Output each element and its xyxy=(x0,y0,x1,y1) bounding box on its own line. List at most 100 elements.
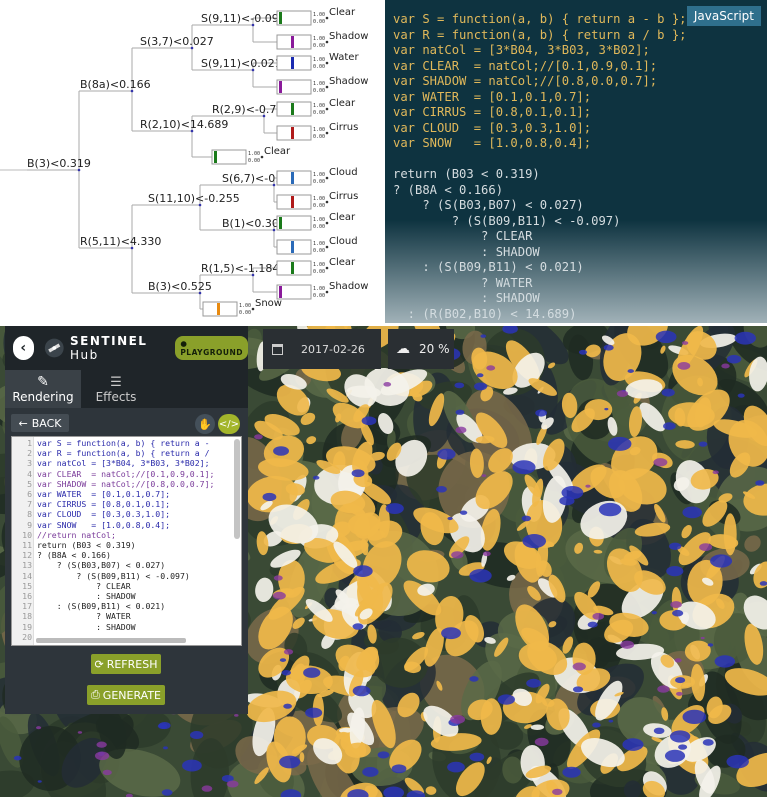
printer-icon: ⎙ xyxy=(90,688,100,701)
generate-button[interactable]: ⎙ GENERATE xyxy=(87,685,165,705)
leaf-histogram-bar xyxy=(291,36,294,48)
scale-top: 1.00 xyxy=(313,262,325,268)
leaf-class-label: Clear xyxy=(329,7,356,18)
playground-badge: ● PLAYGROUND xyxy=(175,336,249,360)
brand-bold: SENTINEL xyxy=(70,334,148,348)
leaf-histogram-bar xyxy=(217,303,220,315)
leaf-class-label: Clear xyxy=(264,146,291,157)
rendering-panel: ← BACK ✋ </> 1 2 3 4 5 6 7 8 9 10 11 12 13 14 15 16 17 18 1… xyxy=(5,408,248,714)
scale-top: 1.00 xyxy=(313,286,325,292)
editor-line: //return natCol; xyxy=(37,529,116,540)
cloud-percent: 20 % xyxy=(419,342,450,356)
satellite-logo-icon xyxy=(44,338,64,358)
scale-top: 1.00 xyxy=(313,81,325,87)
leaf-class-label: Snow xyxy=(255,298,282,309)
leaf-class-label: Clear xyxy=(329,212,356,223)
scale-bottom: 0.00 xyxy=(313,293,325,299)
leaf-histogram-bar xyxy=(279,12,282,24)
tree-node-label: S(9,11)<0.021 xyxy=(201,57,282,70)
editor-line: ? (S(B09,B11) < -0.097) xyxy=(37,570,190,581)
scale-top: 1.00 xyxy=(313,217,325,223)
leaf-class-label: Water xyxy=(329,52,359,63)
editor-line: var R = function(a, b) { return a / xyxy=(37,448,210,459)
sliders-icon: ☰ xyxy=(110,375,122,390)
generate-button-label: GENERATE xyxy=(102,688,161,702)
date-picker[interactable]: 2017-02-26 xyxy=(263,329,381,369)
editor-line: ? CLEAR xyxy=(37,580,131,591)
editor-line: var CLEAR = natCol;//[0.1,0.9,0.1]; xyxy=(37,468,215,479)
scale-top: 1.00 xyxy=(313,172,325,178)
editor-line: var natCol = [3*B04, 3*B03, 3*B02]; xyxy=(37,458,210,469)
leaf-histogram-bar xyxy=(291,127,294,139)
scale-bottom: 0.00 xyxy=(313,19,325,25)
scale-bottom: 0.00 xyxy=(313,248,325,254)
code-line: ? (S(B03,B07) < 0.027) xyxy=(393,198,584,212)
scale-top: 1.00 xyxy=(248,151,260,157)
playground-label: PLAYGROUND xyxy=(180,348,244,357)
tab-rendering-label: Rendering xyxy=(12,390,74,404)
brush-icon: ✎ xyxy=(37,374,49,390)
scale-bottom: 0.00 xyxy=(313,43,325,49)
leaf-class-label: Shadow xyxy=(329,31,368,42)
vertical-scrollbar[interactable] xyxy=(234,439,240,539)
code-line: var CLEAR = natCol;//[0.1,0.9,0.1]; xyxy=(393,58,658,73)
brand-light: Hub xyxy=(70,348,99,362)
tree-node-label: B(1)<0.300 xyxy=(222,217,286,230)
scale-top: 1.00 xyxy=(313,57,325,63)
line-number: 20 xyxy=(22,631,32,642)
code-line: var R = function(a, b) { return a / b }; xyxy=(393,27,687,42)
back-circle-button[interactable]: ‹ xyxy=(13,336,34,360)
editor-line: var S = function(a, b) { return a - xyxy=(37,438,210,448)
tree-node-label: R(2,10)<14.689 xyxy=(140,118,228,131)
scale-top: 1.00 xyxy=(313,12,325,18)
editor-line: : (S(B09,B11) < 0.021) xyxy=(37,601,166,612)
arrow-left-icon: ← xyxy=(18,416,28,430)
cloud-coverage-control[interactable]: ☁ 20 % xyxy=(388,329,454,369)
scale-bottom: 0.00 xyxy=(313,134,325,140)
line-number: 9 xyxy=(27,519,32,530)
code-line: var natCol = [3*B04, 3*B03, 3*B02]; xyxy=(393,43,650,57)
scale-bottom: 0.00 xyxy=(313,110,325,116)
line-number: 15 xyxy=(22,580,32,591)
leaf-class-label: Cloud xyxy=(329,236,358,247)
editor-line: var SNOW = [1.0,0.8,0.4]; xyxy=(37,519,171,530)
tab-rendering[interactable]: ✎ Rendering xyxy=(5,370,81,408)
code-editor[interactable]: 1 2 3 4 5 6 7 8 9 10 11 12 13 14 15 16 17 18 19 20 var S = … xyxy=(11,436,242,646)
leaf-class-label: Clear xyxy=(329,257,356,268)
scale-top: 1.00 xyxy=(313,36,325,42)
leaf-histogram-bar xyxy=(291,262,294,274)
editor-line: return (B03 < 0.319) xyxy=(37,540,136,550)
code-line: var S = function(a, b) { return a - b }; xyxy=(393,12,687,26)
scale-bottom: 0.00 xyxy=(313,88,325,94)
back-button[interactable]: ← BACK xyxy=(11,414,69,432)
language-label: JavaScript xyxy=(686,6,761,26)
tab-effects[interactable]: ☰ Effects xyxy=(81,370,151,408)
line-number: 7 xyxy=(27,499,32,510)
leaf-histogram-bar xyxy=(279,217,282,229)
leaf-histogram-bar xyxy=(291,103,294,115)
editor-line: var CIRRUS = [0.8,0.1,0.1]; xyxy=(37,499,171,510)
leaf-histogram xyxy=(276,215,312,231)
sidebar: ‹ SENTINEL Hub ● PLAYGROUND ✎ Rendering … xyxy=(5,326,249,714)
line-number: 1 xyxy=(27,438,32,448)
hand-icon[interactable]: ✋ xyxy=(195,414,215,434)
leaf-histogram xyxy=(276,10,312,26)
brand-name: SENTINEL Hub xyxy=(70,334,165,362)
scale-top: 1.00 xyxy=(313,241,325,247)
refresh-button[interactable]: ⟳ REFRESH xyxy=(91,654,161,674)
javascript-code-panel: JavaScript var S = function(a, b) { retu… xyxy=(385,0,767,323)
leaf-histogram-bar xyxy=(291,57,294,69)
leaf-class-label: Shadow xyxy=(329,281,368,292)
scale-bottom: 0.00 xyxy=(248,158,260,164)
code-line: ? (B8A < 0.166) xyxy=(393,182,504,197)
editor-line: : SHADOW xyxy=(37,591,136,601)
leaf-histogram xyxy=(276,284,312,300)
code-icon[interactable]: </> xyxy=(218,414,240,434)
editor-line: ? WATER xyxy=(37,611,131,622)
horizontal-scrollbar[interactable] xyxy=(36,638,186,643)
scale-bottom: 0.00 xyxy=(313,179,325,185)
leaf-histogram-bar xyxy=(279,286,282,298)
calendar-icon xyxy=(272,343,283,355)
code-line: return (B03 < 0.319) xyxy=(393,167,540,181)
leaf-class-label: Cirrus xyxy=(329,191,358,202)
